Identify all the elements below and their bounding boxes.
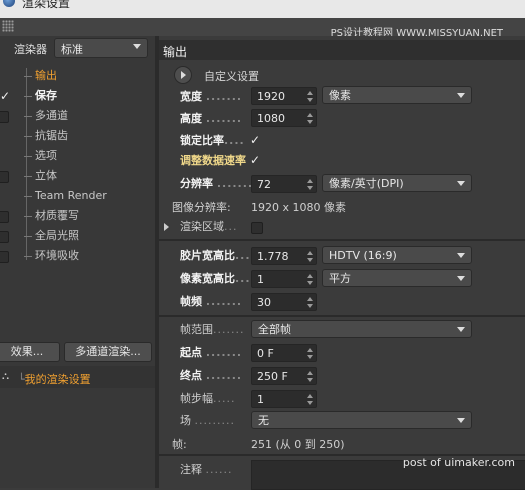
film-aspect-input[interactable]: 1.778: [251, 247, 317, 265]
pixel-aspect-label: 像素宽高比...: [180, 272, 251, 285]
pixel-aspect-select[interactable]: 平方: [322, 269, 472, 287]
renderer-label: 渲染器: [14, 43, 47, 56]
start-input[interactable]: 0 F: [251, 344, 317, 362]
lock-ratio-label: 锁定比率....: [180, 134, 245, 147]
tree-item-stereo[interactable]: 立体: [24, 166, 57, 186]
chevron-down-icon: [457, 181, 465, 186]
tree-item-global-illumination[interactable]: 全局光照: [24, 226, 79, 246]
start-label: 起点 .......: [180, 346, 243, 359]
checkmark-icon[interactable]: ✓: [0, 89, 10, 103]
adjust-rate-label: 调整数据速率: [180, 154, 246, 167]
field-label: 场 .........: [180, 414, 235, 427]
tree-item-material-override[interactable]: 材质覆写: [24, 206, 79, 226]
material-override-checkbox[interactable]: [0, 211, 9, 223]
window-title: 渲染设置: [22, 0, 71, 10]
frames-value: 251 (从 0 到 250): [251, 438, 345, 451]
ao-checkbox[interactable]: [0, 251, 9, 263]
tree-item-antialiasing[interactable]: 抗锯齿: [24, 126, 68, 146]
render-region-checkbox[interactable]: [251, 222, 263, 234]
chevron-down-icon: [457, 253, 465, 258]
film-aspect-label: 胶片宽高比...: [180, 249, 251, 262]
height-input[interactable]: 1080: [251, 109, 317, 127]
step-input[interactable]: 1: [251, 390, 317, 408]
separator: [159, 239, 525, 241]
multipass-render-button[interactable]: 多通道渲染...: [64, 342, 152, 362]
expand-arrow-icon[interactable]: [164, 223, 169, 231]
multipass-checkbox[interactable]: [0, 111, 9, 123]
spinner-icon: [307, 251, 313, 262]
notes-label: 注释 ......: [180, 463, 233, 476]
tree-item-multipass[interactable]: 多通道: [24, 106, 68, 126]
frame-range-select[interactable]: 全部帧: [251, 320, 472, 338]
spinner-icon: [307, 394, 313, 405]
separator: [159, 315, 525, 317]
render-region-label: 渲染区域...: [180, 220, 238, 233]
height-label: 高度 .......: [180, 112, 243, 125]
fps-input[interactable]: 30: [251, 293, 317, 311]
tree-item-output[interactable]: 输出: [24, 66, 57, 86]
tree-item-ambient-occlusion[interactable]: 环境吸收: [24, 246, 79, 266]
end-label: 终点 .......: [180, 369, 243, 382]
chevron-down-icon: [457, 276, 465, 281]
gi-checkbox[interactable]: [0, 231, 9, 243]
my-render-settings[interactable]: └我的渲染设置: [18, 371, 91, 387]
pixel-aspect-input[interactable]: 1: [251, 270, 317, 288]
effects-button[interactable]: 效果...: [0, 342, 60, 362]
chevron-down-icon: [457, 93, 465, 98]
end-input[interactable]: 250 F: [251, 367, 317, 385]
spinner-icon: [307, 348, 313, 359]
section-header: 输出: [159, 40, 525, 60]
image-res-value: 1920 x 1080 像素: [251, 201, 346, 214]
width-input[interactable]: 1920: [251, 87, 317, 105]
chevron-down-icon: [457, 327, 465, 332]
chevron-down-icon: [133, 44, 141, 49]
adjust-rate-checkbox[interactable]: ✓: [250, 153, 260, 167]
film-aspect-select[interactable]: HDTV (16:9): [322, 246, 472, 264]
resolution-unit-select[interactable]: 像素/英寸(DPI): [322, 174, 472, 192]
frame-range-label: 帧范围.......: [180, 323, 245, 336]
spinner-icon: [307, 274, 313, 285]
width-label: 宽度 .......: [180, 90, 243, 103]
grip-icon[interactable]: [2, 20, 14, 32]
resolution-label: 分辨率 .......: [180, 177, 254, 190]
preset-play-icon[interactable]: [174, 66, 192, 84]
step-label: 帧步幅.....: [180, 392, 236, 405]
preset-label[interactable]: 自定义设置: [204, 68, 259, 84]
field-select[interactable]: 无: [251, 411, 472, 429]
chevron-down-icon: [457, 418, 465, 423]
spinner-icon: [307, 113, 313, 124]
spinner-icon: [307, 91, 313, 102]
section-title: 输出: [163, 45, 188, 59]
spinner-icon: [307, 297, 313, 308]
spinner-icon: [307, 371, 313, 382]
spinner-icon: [307, 179, 313, 190]
app-icon: [3, 0, 15, 7]
settings-tree-icon: ⛬: [2, 371, 9, 382]
unit-select[interactable]: 像素: [322, 86, 472, 104]
watermark-bottom: post of uimaker.com: [402, 456, 515, 469]
resolution-input[interactable]: 72: [251, 175, 317, 193]
lock-ratio-checkbox[interactable]: ✓: [250, 133, 260, 147]
renderer-select[interactable]: 标准: [54, 38, 148, 58]
fps-label: 帧频 .......: [180, 295, 243, 308]
frames-label: 帧:: [172, 438, 187, 451]
stereo-checkbox[interactable]: [0, 171, 9, 183]
image-res-label: 图像分辨率:: [172, 201, 231, 214]
tree-item-save[interactable]: 保存: [24, 86, 57, 106]
tree-item-team-render[interactable]: Team Render: [24, 186, 107, 206]
renderer-value: 标准: [61, 43, 83, 56]
title-bar: 渲染设置: [0, 0, 525, 18]
tree-item-options[interactable]: 选项: [24, 146, 57, 166]
